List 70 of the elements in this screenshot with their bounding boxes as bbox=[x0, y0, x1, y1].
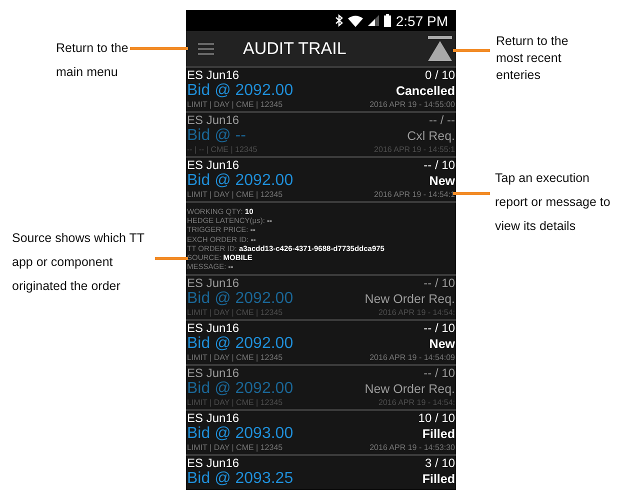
order-entry[interactable]: ES Jun16 Bid @ 2093.00 LIMIT | DAY | CME | 12345 10 / 10 Filled 2016 APR 19 - 14:53:30 bbox=[186, 411, 456, 454]
menu-icon[interactable] bbox=[198, 42, 214, 54]
signal-icon bbox=[368, 15, 379, 26]
order-status: New bbox=[429, 173, 455, 190]
order-status: Filled bbox=[422, 426, 455, 444]
order-timestamp: 2016 APR 19 - 14:54:1 bbox=[374, 190, 455, 200]
order-price: Bid @ 2092.00 bbox=[187, 172, 294, 190]
order-details: LIMIT | DAY | CME | 12345 bbox=[187, 353, 284, 364]
order-entry[interactable]: ES Jun16 Bid @ 2092.00 LIMIT | DAY | CME | 12345 -- / 10 New 2016 APR 19 - 14:54:09 bbox=[186, 321, 456, 364]
order-price: Bid @ 2093.00 bbox=[187, 425, 294, 444]
order-entry[interactable]: ES Jun16 Bid @ -- -- | -- | CME | 12345 -- / -- Cxl Req. 2016 APR 19 - 14:55:1 bbox=[186, 113, 456, 156]
fill-quantity: 10 / 10 bbox=[418, 411, 455, 426]
leader-line bbox=[453, 49, 490, 52]
order-timestamp: 2016 APR 19 - 14:54: bbox=[378, 308, 455, 318]
order-status: Cxl Req. bbox=[407, 128, 455, 145]
order-status: New bbox=[429, 336, 455, 354]
instrument-label: ES Jun16 bbox=[187, 411, 240, 426]
fill-quantity: -- / -- bbox=[429, 113, 455, 127]
annotation-text: Return to the main menu bbox=[56, 40, 130, 81]
order-price: Bid @ 2092.00 bbox=[187, 290, 294, 308]
order-entry[interactable]: ES Jun16 Bid @ 2092.00 LIMIT | DAY | CME | 12345 -- / 10 New 2016 APR 19 - 14:54:1 bbox=[186, 158, 456, 201]
order-status: Cancelled bbox=[396, 83, 455, 100]
order-price: Bid @ 2092.00 bbox=[187, 380, 294, 398]
order-status: New Order Req. bbox=[364, 291, 455, 308]
leader-line bbox=[453, 192, 490, 195]
order-timestamp: 2016 APR 19 - 14:55:1 bbox=[374, 145, 455, 155]
screen-title: AUDIT TRAIL bbox=[243, 38, 348, 58]
order-price: Bid @ 2092.00 bbox=[187, 82, 294, 100]
status-time: 2:57 PM bbox=[396, 12, 448, 28]
annotation-text: Source shows which TT app or component originated the order bbox=[12, 230, 146, 295]
order-details: LIMIT | DAY | CME | 12345 bbox=[187, 190, 284, 200]
instrument-label: ES Jun16 bbox=[187, 366, 240, 380]
wifi-icon bbox=[348, 14, 363, 26]
order-status: New Order Req. bbox=[364, 381, 455, 398]
fill-quantity: -- / 10 bbox=[424, 276, 455, 290]
order-entry[interactable]: ES Jun16 Bid @ 2092.00 LIMIT | DAY | CME | 12345 0 / 10 Cancelled 2016 APR 19 - 14:55:00 bbox=[186, 68, 456, 111]
leader-line bbox=[155, 257, 188, 260]
order-details: LIMIT | DAY | CME | 12345 bbox=[187, 308, 284, 318]
battery-icon bbox=[384, 14, 391, 27]
order-timestamp: 2016 APR 19 - 14:54: bbox=[378, 398, 455, 408]
order-entry[interactable]: ES Jun16 Bid @ 2092.00 LIMIT | DAY | CME | 12345 -- / 10 New Order Req. 2016 APR 19 - 14:54: bbox=[186, 366, 456, 410]
instrument-label: ES Jun16 bbox=[187, 113, 240, 127]
instrument-label: ES Jun16 bbox=[187, 456, 240, 470]
order-price: Bid @ 2093.25 bbox=[187, 470, 294, 488]
fill-quantity: -- / 10 bbox=[424, 366, 455, 380]
instrument-label: ES Jun16 bbox=[187, 68, 240, 82]
order-timestamp: 2016 APR 19 - 14:54:09 bbox=[370, 353, 455, 364]
instrument-label: ES Jun16 bbox=[187, 158, 240, 172]
instrument-label: ES Jun16 bbox=[187, 321, 240, 336]
order-timestamp: 2016 APR 19 - 14:53:30 bbox=[370, 443, 455, 454]
annotation-text: Tap an execution report or message to view its details bbox=[495, 170, 612, 235]
order-details: LIMIT | DAY | CME | 12345 bbox=[187, 398, 284, 408]
order-price: Bid @ -- bbox=[187, 127, 247, 145]
instrument-label: ES Jun16 bbox=[187, 276, 240, 290]
order-details: LIMIT | DAY | CME | 12345 bbox=[187, 443, 284, 454]
order-status: Filled bbox=[422, 471, 455, 488]
annotation-text: Return to the most recent enteries bbox=[496, 33, 570, 84]
order-timestamp: 2016 APR 19 - 14:55:00 bbox=[370, 100, 455, 110]
order-details: -- | -- | CME | 12345 bbox=[187, 145, 258, 155]
leader-line bbox=[130, 47, 188, 50]
fill-quantity: -- / 10 bbox=[424, 321, 455, 336]
fill-quantity: 0 / 10 bbox=[424, 68, 455, 82]
scroll-to-top-icon[interactable] bbox=[428, 36, 452, 62]
order-details: LIMIT | DAY | CME | 12345 bbox=[187, 100, 284, 110]
bluetooth-icon bbox=[334, 14, 343, 27]
fill-quantity: 3 / 10 bbox=[424, 456, 455, 470]
order-entry[interactable]: ES Jun16 Bid @ 2092.00 LIMIT | DAY | CME | 12345 -- / 10 New Order Req. 2016 APR 19 - 14:54: bbox=[186, 276, 456, 320]
order-entry[interactable]: ES Jun16 Bid @ 2093.25 3 / 10 Filled bbox=[186, 456, 456, 490]
order-price: Bid @ 2092.00 bbox=[187, 335, 294, 354]
fill-quantity: -- / 10 bbox=[424, 158, 455, 172]
